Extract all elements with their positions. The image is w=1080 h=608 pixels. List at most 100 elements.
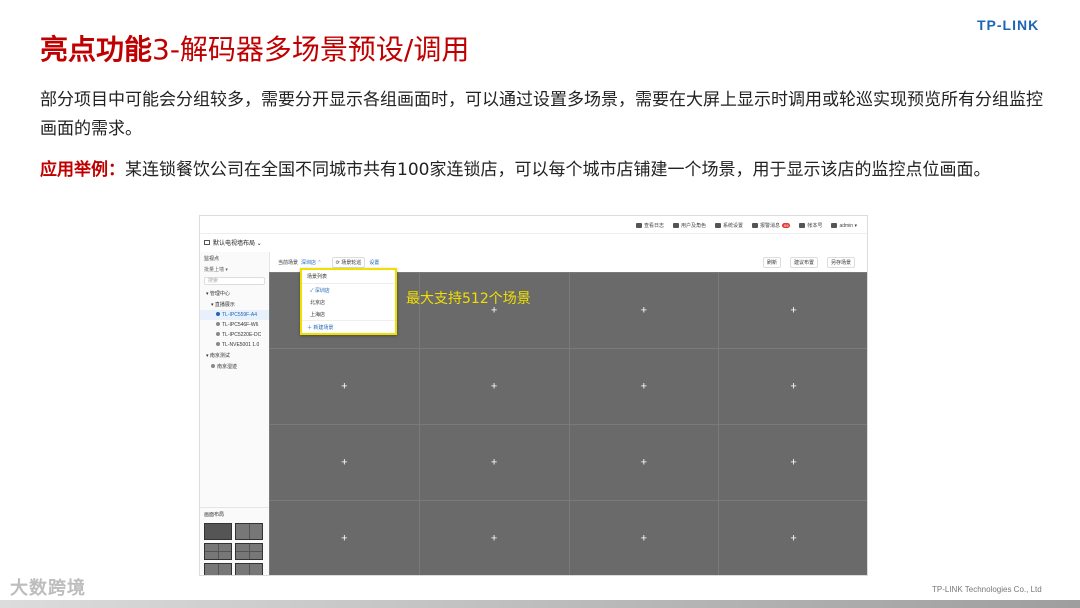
- topbar-item[interactable]: 报警消息 99: [751, 222, 791, 229]
- example-label: 应用举例：: [40, 160, 125, 180]
- layout-thumb-2x2[interactable]: [204, 543, 232, 560]
- camera-pin-icon: [216, 332, 220, 336]
- tree-item-label: TL-NVE5001 1.0: [222, 342, 260, 348]
- add-icon: +: [790, 304, 797, 316]
- video-window[interactable]: +: [568, 348, 720, 425]
- intro-paragraph: 部分项目中可能会分组较多，需要分开显示各组画面时，可以通过设置多场景，需要在大屏…: [40, 90, 1043, 139]
- tree-item[interactable]: 南京湿迹: [200, 361, 269, 372]
- layout-panel-title: 画面布局: [204, 512, 225, 518]
- person-icon: [831, 223, 838, 228]
- monitor-icon: [635, 223, 642, 228]
- topbar-item-label: 报警消息: [759, 223, 780, 229]
- camera-pin-icon: [216, 312, 220, 316]
- scene-dropdown: 场景列表 ✓ 深圳店 北京店 上海店 ＋ 新建场景: [300, 268, 397, 335]
- video-window[interactable]: +: [718, 500, 867, 575]
- bottom-bar: [0, 600, 1080, 608]
- topbar-item[interactable]: 系统设置: [714, 222, 743, 229]
- wall-layout-label: 默认电视墙布局 ⌄: [213, 241, 262, 247]
- tree-item[interactable]: TL-NVE5001 1.0: [200, 340, 269, 350]
- camera-pin-icon: [211, 364, 215, 368]
- app-topbar: 查看日志 用户及角色 系统设置 报警消息 99 帐本号 admin ▾: [200, 216, 867, 234]
- scene-list-item[interactable]: ✓ 深圳店: [302, 284, 395, 296]
- layout-thumb-4x4[interactable]: [235, 563, 263, 575]
- add-icon: +: [640, 532, 648, 544]
- scene-rotate-button[interactable]: ⟳ 场景轮巡: [331, 256, 366, 268]
- tree-item[interactable]: TL-IPC5220E-DC: [200, 330, 269, 340]
- tree-item[interactable]: TL-IPC559F-A4: [200, 310, 269, 320]
- topbar-item[interactable]: 查看日志: [635, 222, 664, 229]
- sidebar: 监视点 批量上墙 ▾ 搜索 ▾ 管理中心 ▾ 直播展示 TL-IPC559F-A4 T…: [200, 252, 270, 575]
- sidebar-search-input[interactable]: 搜索: [204, 277, 265, 285]
- video-window[interactable]: +: [718, 348, 867, 425]
- layout-thumb-3x3[interactable]: [204, 563, 232, 575]
- tree-item[interactable]: ▾ 直播展示: [200, 299, 269, 310]
- video-window[interactable]: +: [718, 424, 867, 501]
- scene-list-header: 场景列表: [302, 270, 395, 284]
- add-icon: +: [490, 532, 498, 544]
- batch-wall-button[interactable]: 批量上墙 ▾: [200, 265, 269, 274]
- video-window[interactable]: +: [718, 272, 867, 349]
- tree-item-label: TL-IPC546F-W6: [222, 322, 259, 328]
- tv-wall-icon: [204, 240, 210, 245]
- slide-title: 亮点功能3-解码器多场景预设/调用: [40, 28, 469, 68]
- tree-item[interactable]: ▾ 南京测试: [200, 350, 269, 361]
- title-rest: 3-解码器多场景预设/调用: [152, 33, 470, 66]
- topbar-item-label: 查看日志: [643, 223, 664, 229]
- sidebar-heading: 监视点: [204, 256, 220, 262]
- watermark: 大数跨境: [10, 578, 86, 599]
- camera-pin-icon: [216, 322, 220, 326]
- toolbar-button[interactable]: 建议布置: [789, 256, 818, 268]
- scene-list: ✓ 深圳店 北京店 上海店: [302, 284, 395, 320]
- tree-item[interactable]: ▾ 管理中心: [200, 288, 269, 299]
- tree-item[interactable]: TL-IPC546F-W6: [200, 320, 269, 330]
- tree-item-label: 南京湿迹: [217, 364, 238, 370]
- device-tree: ▾ 管理中心 ▾ 直播展示 TL-IPC559F-A4 TL-IPC546F-W6 TL…: [200, 288, 269, 372]
- scene-list-item[interactable]: 北京店: [302, 296, 395, 308]
- settings-link[interactable]: 设置: [369, 259, 379, 266]
- tree-item-label: ▾ 南京测试: [206, 353, 230, 359]
- toolbar-button[interactable]: 另存场景: [826, 256, 855, 268]
- layout-thumb-2x2-alt[interactable]: [235, 543, 263, 560]
- video-window[interactable]: +: [568, 500, 720, 575]
- topbar-item[interactable]: 用户及角色: [672, 222, 706, 229]
- video-window[interactable]: +: [568, 424, 720, 501]
- video-window[interactable]: +: [418, 500, 570, 575]
- layout-thumb-1x1[interactable]: [204, 523, 232, 540]
- tree-item-label: ▾ 直播展示: [211, 302, 235, 308]
- video-window[interactable]: +: [568, 272, 720, 349]
- alarm-count-badge: 99: [782, 223, 791, 228]
- video-window[interactable]: +: [269, 500, 420, 575]
- scene-list-item[interactable]: 上海店: [302, 308, 395, 320]
- video-window[interactable]: +: [418, 272, 570, 349]
- video-window[interactable]: +: [269, 348, 420, 425]
- topbar-item[interactable]: 帐本号: [799, 222, 822, 229]
- bell-icon: [751, 223, 758, 228]
- wall-layout-selector[interactable]: 默认电视墙布局 ⌄: [204, 238, 262, 247]
- layout-thumb-1x2[interactable]: [235, 523, 263, 540]
- tree-item-label: ▾ 管理中心: [206, 291, 230, 297]
- camera-pin-icon: [216, 342, 220, 346]
- add-icon: +: [640, 456, 648, 468]
- video-window[interactable]: +: [418, 348, 570, 425]
- add-icon: +: [640, 304, 648, 316]
- example-text: 某连锁餐饮公司在全国不同城市共有100家连锁店，可以每个城市店铺建一个场景，用于…: [125, 160, 991, 180]
- max-scenes-callout: 最大支持512个场景: [406, 291, 531, 307]
- toolbar-right-buttons: 刷新 建议布置 另存场景: [762, 256, 859, 268]
- add-icon: +: [640, 380, 648, 392]
- example-paragraph: 应用举例：某连锁餐饮公司在全国不同城市共有100家连锁店，可以每个城市店铺建一个…: [40, 156, 1050, 185]
- topbar-item-label: 帐本号: [807, 223, 823, 229]
- video-window[interactable]: +: [269, 424, 420, 501]
- add-icon: +: [341, 380, 348, 392]
- scene-toolbar: 当前场景 深圳店 ⌃ ⟳ 场景轮巡 设置 刷新 建议布置 另存场景: [278, 256, 859, 268]
- topbar-item[interactable]: admin ▾: [831, 222, 857, 229]
- video-window[interactable]: +: [418, 424, 570, 501]
- tplink-logo: TP-LINK: [977, 17, 1040, 33]
- add-icon: +: [790, 456, 797, 468]
- tree-item-label: TL-IPC559F-A4: [222, 312, 258, 318]
- add-icon: +: [341, 532, 348, 544]
- topbar-menu: 查看日志 用户及角色 系统设置 报警消息 99 帐本号 admin ▾: [635, 222, 857, 229]
- footer-company: TP-LINK Technologies Co., Ltd: [932, 585, 1042, 594]
- toolbar-button[interactable]: 刷新: [762, 256, 781, 268]
- new-scene-button[interactable]: ＋ 新建场景: [302, 320, 395, 334]
- scene-dropdown-trigger[interactable]: 深圳店 ⌃: [301, 259, 322, 266]
